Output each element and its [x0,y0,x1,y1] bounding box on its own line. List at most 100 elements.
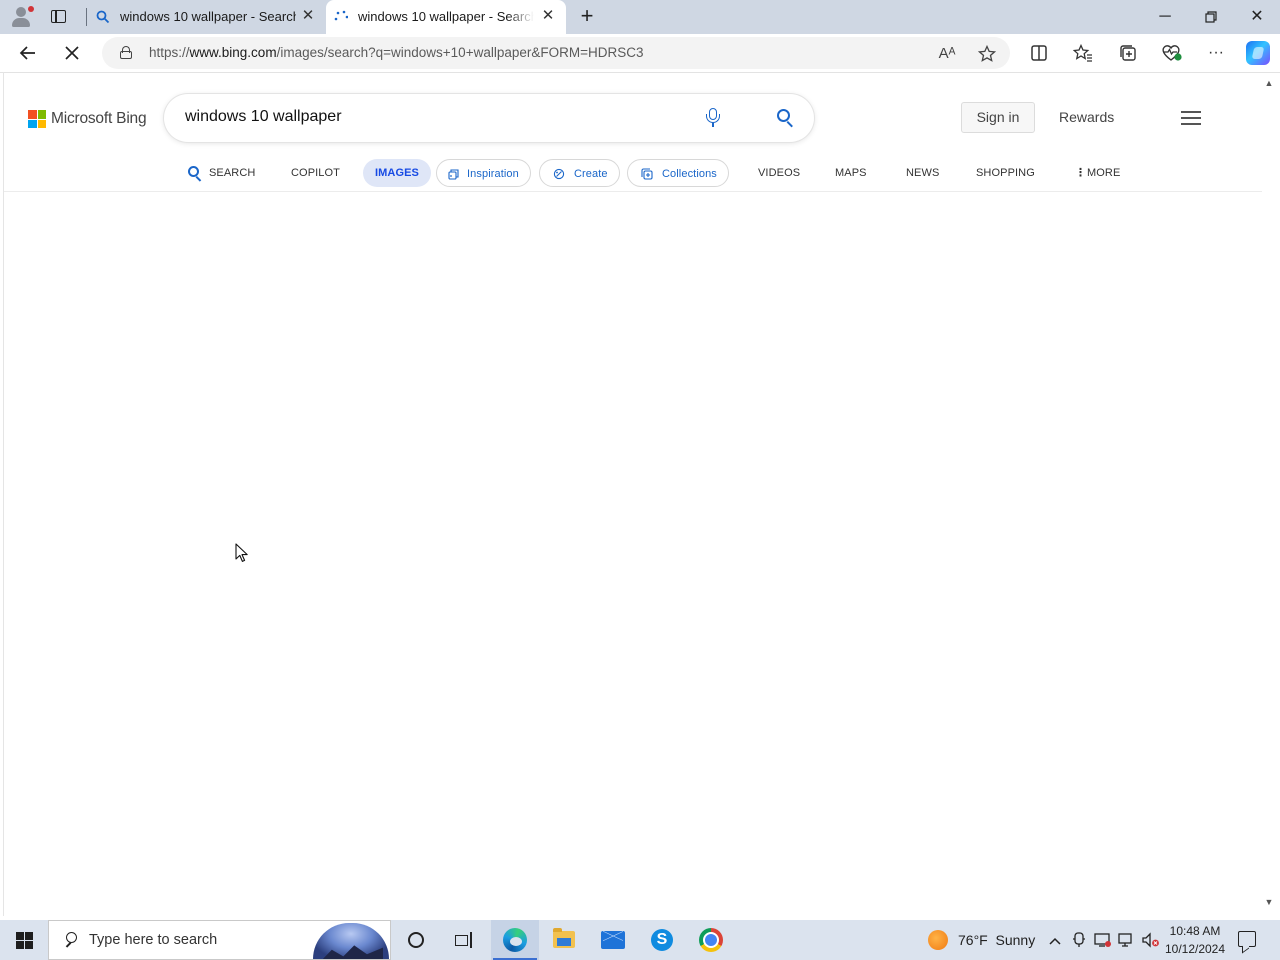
address-bar[interactable]: https://www.bing.com/images/search?q=win… [102,37,1010,69]
profile-avatar-icon[interactable] [10,5,34,29]
skype-icon: S [651,929,673,951]
restore-button[interactable] [1188,4,1234,30]
scroll-up-arrow-icon[interactable]: ▲ [1264,78,1274,88]
taskbar-search-box[interactable]: Type here to search [48,920,391,960]
url-scheme: https:// [149,45,190,60]
windows-taskbar: Type here to search S [0,920,1280,960]
tab-actions-icon[interactable] [50,8,68,26]
tab-strip: windows 10 wallpaper - Search ✕ windows … [0,0,1280,34]
favorites-star-icon [1072,43,1092,62]
url-text[interactable]: https://www.bing.com/images/search?q=win… [149,45,644,60]
collections-icon[interactable] [1116,41,1140,65]
search-highlight-image[interactable] [313,923,389,959]
tab-separator [86,8,87,26]
mouse-cursor-icon [235,543,248,562]
heartbeat-icon [1162,45,1182,61]
cortana-icon [408,932,424,948]
cortana-button[interactable] [392,920,440,960]
taskbar-chrome[interactable] [687,920,735,960]
minimize-button[interactable]: ─ [1142,4,1188,30]
windows-start-icon[interactable] [16,932,33,949]
tab-close-icon[interactable]: ✕ [540,8,556,24]
notification-center-icon[interactable] [1238,931,1256,947]
nav-divider [4,191,1262,192]
system-clock[interactable]: 10:48 AM 10/12/2024 [1160,922,1230,958]
search-input[interactable]: windows 10 wallpaper [185,108,342,126]
stop-loading-button[interactable] [59,40,85,66]
nav-search[interactable]: SEARCH [188,159,255,187]
taskbar-mail[interactable] [589,920,637,960]
nav-videos[interactable]: VIDEOS [758,159,800,187]
task-view-button[interactable] [440,920,488,960]
star-outline-icon [977,44,997,62]
new-tab-button[interactable]: + [576,5,598,28]
split-screen-icon[interactable] [1027,41,1051,65]
edge-icon [503,928,527,952]
favorite-star-icon[interactable] [976,43,998,65]
create-icon [553,168,565,180]
settings-more-icon[interactable]: ··· [1204,41,1228,65]
taskbar-search-placeholder: Type here to search [89,932,218,948]
sign-in-button[interactable]: Sign in [961,102,1035,133]
copilot-icon[interactable] [1246,41,1270,65]
clock-time: 10:48 AM [1169,924,1221,938]
back-arrow-icon [19,46,35,60]
nav-news[interactable]: NEWS [906,159,939,187]
nav-shopping[interactable]: SHOPPING [976,159,1035,187]
read-aloud-icon[interactable]: Aᴬ [936,43,958,65]
nav-create[interactable]: Create [539,159,620,187]
page-scrollbar[interactable]: ▲ ▼ [1262,73,1276,915]
nav-label: MAPS [835,167,867,179]
security-icon[interactable] [1094,930,1112,950]
microsoft-logo-icon [28,110,46,128]
vertical-dots-icon: ⋮ [1075,167,1087,179]
browser-toolbar: https://www.bing.com/images/search?q=win… [0,34,1280,72]
mail-icon [601,931,625,949]
search-favicon-icon [96,10,110,24]
nav-more[interactable]: ⋮ MORE [1073,159,1120,187]
tab-search[interactable]: windows 10 wallpaper - Search ✕ [88,0,326,34]
nav-label: NEWS [906,167,940,179]
bing-logo[interactable]: Microsoft Bing [28,110,147,128]
tab-title: windows 10 wallpaper - Search [120,9,296,24]
microphone-icon[interactable] [705,107,721,129]
url-path: /images/search?q=windows+10+wallpaper&FO… [276,45,644,60]
search-box[interactable]: windows 10 wallpaper [164,94,814,142]
clock-date: 10/12/2024 [1164,942,1226,956]
task-view-icon [455,932,473,948]
tab-images-active[interactable]: windows 10 wallpaper - Search Images ✕ [326,0,566,34]
close-window-button[interactable]: ✕ [1234,4,1280,30]
chrome-icon [699,928,723,952]
tab-close-icon[interactable]: ✕ [300,8,316,24]
nav-label: MORE [1087,167,1121,179]
nav-collections[interactable]: Collections [627,159,729,187]
nav-copilot[interactable]: COPILOT [291,159,340,187]
scroll-down-arrow-icon[interactable]: ▼ [1264,897,1274,907]
search-submit-icon[interactable] [777,109,795,128]
back-button[interactable] [15,40,41,66]
favorites-icon[interactable] [1071,41,1095,65]
nav-label: IMAGES [375,167,419,179]
nav-maps[interactable]: MAPS [835,159,867,187]
stop-icon [65,46,79,60]
network-icon[interactable] [1118,930,1136,950]
rewards-link[interactable]: Rewards [1059,109,1114,125]
device-icon [1073,932,1085,947]
weather-sun-icon[interactable] [928,930,948,950]
weather-widget[interactable]: 76°F Sunny [958,932,1035,948]
taskbar-skype[interactable]: S [638,920,686,960]
nav-label: VIDEOS [758,167,801,179]
nav-images-active[interactable]: IMAGES [363,159,431,187]
file-explorer-icon [553,928,575,948]
meet-now-icon[interactable] [1070,930,1088,950]
lock-icon[interactable] [120,46,132,59]
taskbar-edge[interactable] [491,920,539,960]
volume-muted-icon[interactable] [1142,930,1160,950]
chevron-up-icon [1049,937,1061,945]
hamburger-menu-icon[interactable] [1181,110,1201,126]
browser-essentials-icon[interactable] [1160,41,1184,65]
nav-inspiration[interactable]: Inspiration [436,159,531,187]
taskbar-file-explorer[interactable] [540,920,588,960]
show-hidden-icons-chevron-icon[interactable] [1046,930,1064,950]
url-host: www.bing.com [189,45,277,60]
